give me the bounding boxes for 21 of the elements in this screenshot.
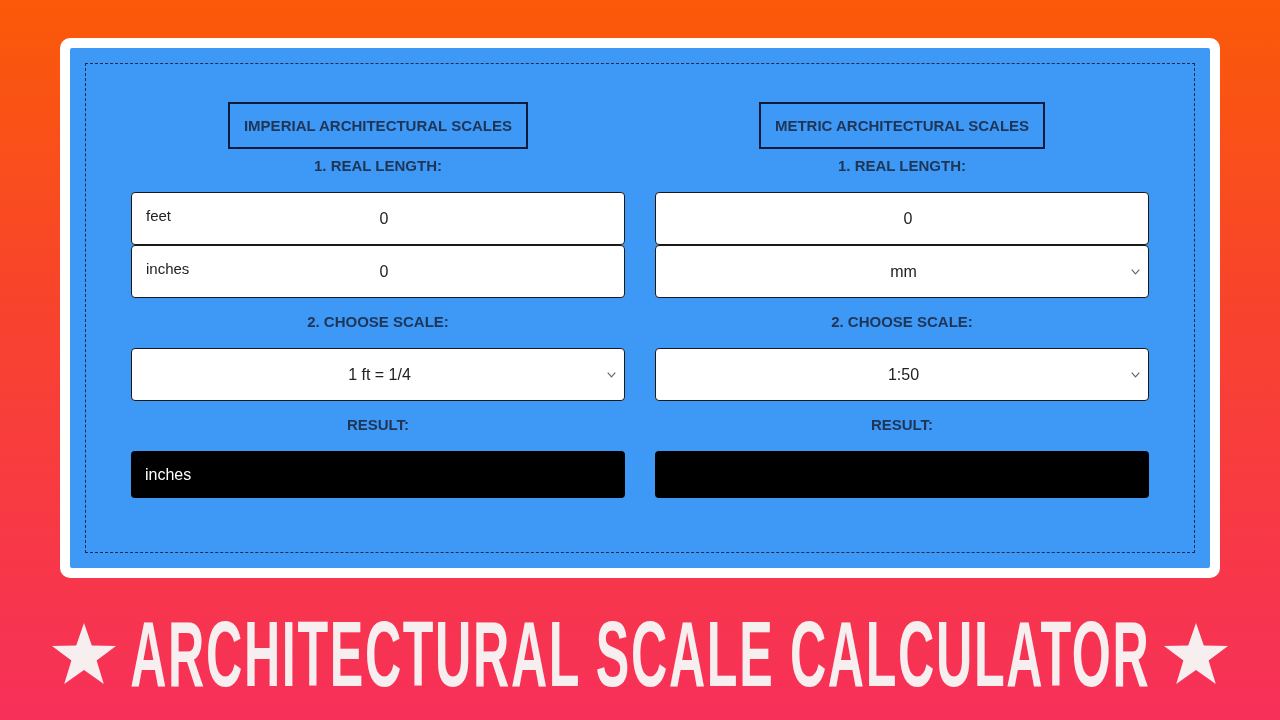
length-input-field[interactable]: feet 0 — [131, 192, 625, 245]
section-heading: IMPERIAL ARCHITECTURAL SCALES — [227, 102, 529, 149]
star-icon — [51, 622, 117, 686]
scale-dropdown[interactable]: 1 ft = 1/4 — [131, 348, 625, 401]
star-icon — [1163, 622, 1229, 686]
length-input-field[interactable]: 0 — [655, 192, 1149, 245]
section-heading: METRIC ARCHITECTURAL SCALES — [758, 102, 1046, 149]
chevron-down-icon — [1131, 268, 1140, 275]
result-display: inches — [131, 451, 625, 498]
step-label: 2. CHOOSE SCALE: — [831, 313, 973, 331]
result-label: RESULT: — [870, 416, 934, 434]
chevron-down-icon — [1131, 371, 1140, 378]
banner-title: ARCHITECTURAL SCALE CALCULATOR — [129, 608, 1151, 700]
step-label: 1. REAL LENGTH: — [837, 157, 967, 175]
step-label: 2. CHOOSE SCALE: — [307, 313, 449, 331]
step-label: 1. REAL LENGTH: — [313, 157, 443, 175]
chevron-down-icon — [607, 371, 616, 378]
result-label: RESULT: — [346, 416, 410, 434]
scale-dropdown[interactable]: 1:50 — [655, 348, 1149, 401]
length-input-field[interactable]: inches 0 — [131, 245, 625, 298]
unit-dropdown[interactable]: mm — [655, 245, 1149, 298]
